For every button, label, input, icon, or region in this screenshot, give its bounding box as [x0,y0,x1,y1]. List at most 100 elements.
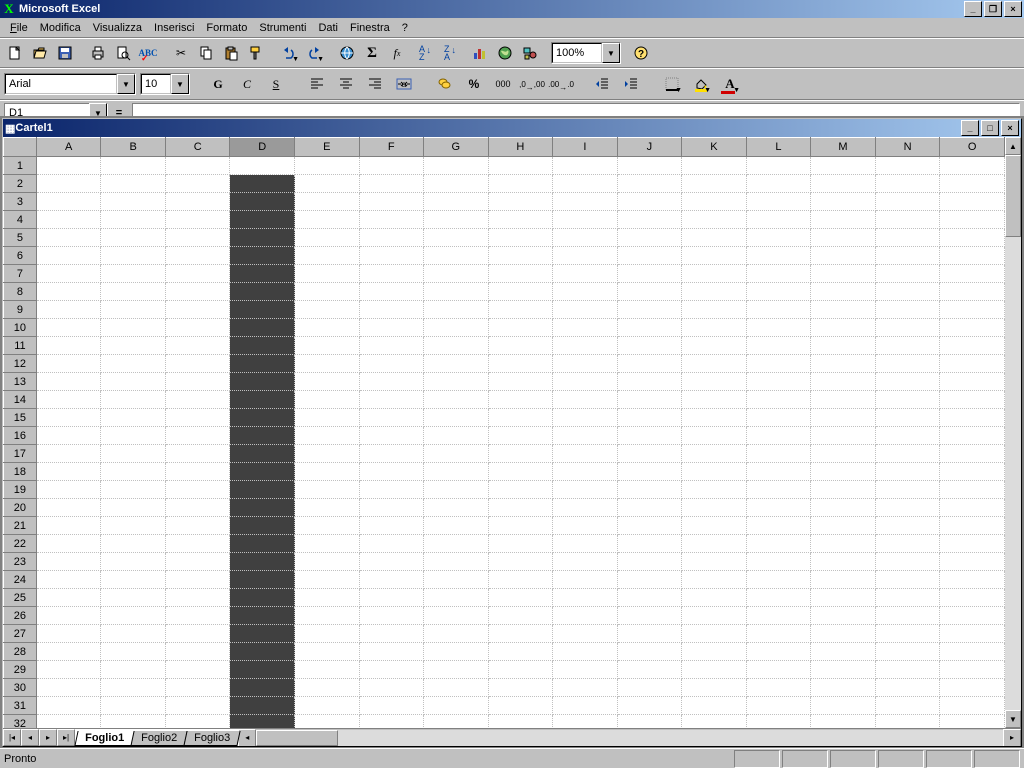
cell[interactable] [553,643,618,661]
cell[interactable] [811,589,876,607]
column-header[interactable]: N [875,138,940,157]
cell[interactable] [488,535,553,553]
cell[interactable] [230,715,295,729]
cell[interactable] [553,247,618,265]
cell[interactable] [746,301,811,319]
cell[interactable] [488,697,553,715]
cell[interactable] [746,715,811,729]
cell[interactable] [488,409,553,427]
column-header[interactable]: B [101,138,166,157]
cell[interactable] [295,283,360,301]
column-header[interactable]: E [295,138,360,157]
font-size-combo[interactable]: 10 ▼ [140,73,190,95]
cell[interactable] [940,463,1005,481]
cell[interactable] [424,481,489,499]
cell[interactable] [165,625,230,643]
close-button[interactable]: × [1004,1,1022,17]
cell[interactable] [424,337,489,355]
cell[interactable] [101,661,166,679]
save-icon[interactable] [53,41,77,65]
cell[interactable] [682,589,747,607]
cell[interactable] [36,679,101,697]
cell[interactable] [359,679,424,697]
cell[interactable] [165,517,230,535]
cell[interactable] [165,391,230,409]
row-header[interactable]: 25 [4,589,37,607]
cell[interactable] [682,319,747,337]
row-header[interactable]: 31 [4,697,37,715]
cell[interactable] [36,157,101,175]
cell[interactable] [617,607,682,625]
cell[interactable] [230,445,295,463]
cell[interactable] [488,445,553,463]
cell[interactable] [617,481,682,499]
cell[interactable] [101,157,166,175]
cell[interactable] [488,319,553,337]
cell[interactable] [165,229,230,247]
vertical-scrollbar[interactable]: ▲ ▼ [1005,137,1021,728]
cell[interactable] [617,283,682,301]
cell[interactable] [295,517,360,535]
cell[interactable] [230,373,295,391]
cell[interactable] [36,337,101,355]
cell[interactable] [617,589,682,607]
thousands-icon[interactable]: 000 [491,72,515,96]
cell[interactable] [811,319,876,337]
cell[interactable] [101,391,166,409]
row-header[interactable]: 15 [4,409,37,427]
cell[interactable] [682,193,747,211]
cell[interactable] [682,355,747,373]
cell[interactable] [36,391,101,409]
cell[interactable] [36,319,101,337]
cell[interactable] [746,661,811,679]
cell[interactable] [359,463,424,481]
cell[interactable] [811,697,876,715]
cell[interactable] [165,337,230,355]
cell[interactable] [36,589,101,607]
cell[interactable] [101,643,166,661]
font-combo[interactable]: Arial ▼ [4,73,136,95]
cell[interactable] [36,517,101,535]
cell[interactable] [36,427,101,445]
cell[interactable] [424,193,489,211]
cell[interactable] [165,535,230,553]
cell[interactable] [295,373,360,391]
cell[interactable] [295,391,360,409]
menu-file[interactable]: File [4,21,34,35]
cell[interactable] [165,661,230,679]
row-header[interactable]: 1 [4,157,37,175]
cell[interactable] [811,535,876,553]
cell[interactable] [488,337,553,355]
row-header[interactable]: 8 [4,283,37,301]
cell[interactable] [101,211,166,229]
cell[interactable] [940,319,1005,337]
cell[interactable] [295,445,360,463]
cell[interactable] [165,607,230,625]
cell[interactable] [359,643,424,661]
cell[interactable] [359,427,424,445]
menu-window[interactable]: Finestra [344,21,396,35]
column-header[interactable]: O [940,138,1005,157]
cell[interactable] [165,247,230,265]
cell[interactable] [553,679,618,697]
cell[interactable] [295,589,360,607]
cell[interactable] [746,481,811,499]
cell[interactable] [682,679,747,697]
cell[interactable] [617,301,682,319]
cell[interactable] [488,661,553,679]
cell[interactable] [746,607,811,625]
row-header[interactable]: 11 [4,337,37,355]
cell[interactable] [36,607,101,625]
cell[interactable] [940,337,1005,355]
cell[interactable] [165,427,230,445]
cell[interactable] [746,571,811,589]
cell[interactable] [359,589,424,607]
cell[interactable] [36,409,101,427]
column-header[interactable]: A [36,138,101,157]
cell[interactable] [682,211,747,229]
cell[interactable] [295,679,360,697]
cell[interactable] [875,157,940,175]
cell[interactable] [940,283,1005,301]
cell[interactable] [553,499,618,517]
cell[interactable] [553,697,618,715]
